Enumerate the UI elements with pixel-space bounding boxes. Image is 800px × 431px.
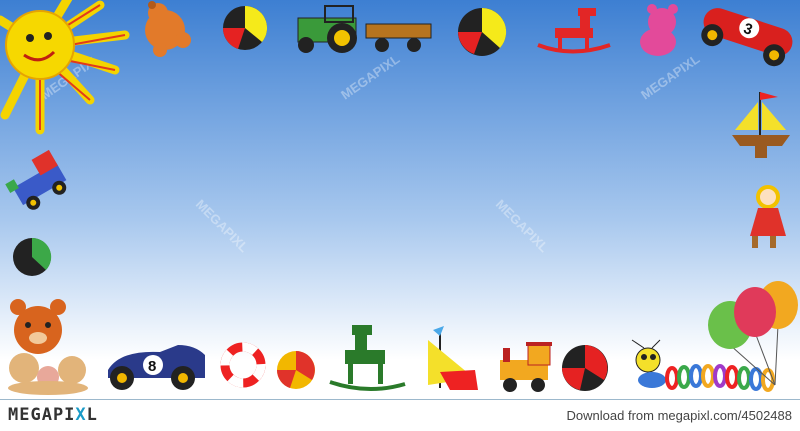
beach-ball-icon	[277, 351, 315, 389]
logo-text: MEGAPI	[8, 405, 76, 425]
download-link[interactable]: Download from megapixl.com/4502488	[567, 408, 792, 423]
beach-ball-icon	[222, 5, 268, 50]
toys-illustration: MEGAPIXL MEGAPIXL MEGAPIXL MEGAPIXL MEGA…	[0, 0, 800, 400]
logo-x: X	[75, 405, 87, 425]
beach-ball-icon	[13, 237, 52, 276]
svg-text:8: 8	[148, 358, 156, 375]
logo-text-end: L	[86, 405, 98, 425]
footer-bar: MEGAPIXL Download from megapixl.com/4502…	[0, 399, 800, 431]
beach-ball-icon	[458, 7, 507, 56]
beach-ball-icon	[562, 345, 608, 391]
megapixl-logo[interactable]: MEGAPIXL	[8, 405, 98, 425]
